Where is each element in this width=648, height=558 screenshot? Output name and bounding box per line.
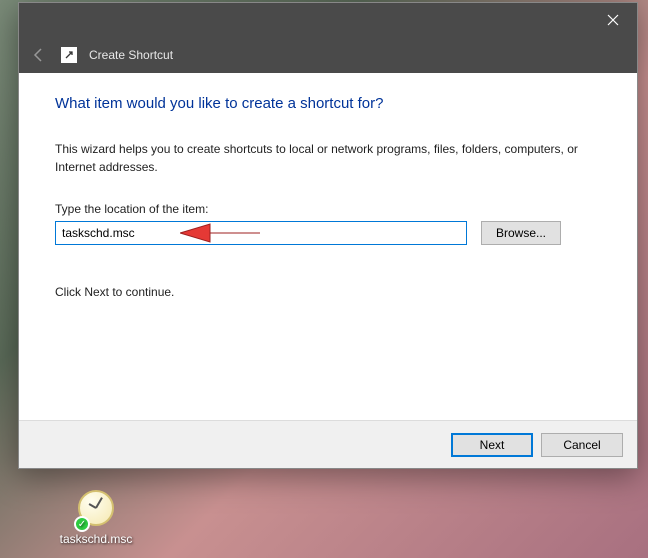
browse-button[interactable]: Browse... bbox=[481, 221, 561, 245]
location-input[interactable] bbox=[55, 221, 467, 245]
wizard-heading: What item would you like to create a sho… bbox=[55, 95, 601, 112]
location-row: Browse... bbox=[55, 221, 601, 245]
checkmark-badge-icon: ✓ bbox=[74, 516, 90, 532]
dialog-title: Create Shortcut bbox=[89, 48, 173, 62]
desktop-shortcut[interactable]: ✓ taskschd.msc bbox=[58, 490, 134, 546]
desktop-shortcut-label: taskschd.msc bbox=[58, 532, 134, 546]
back-arrow-icon bbox=[31, 47, 47, 63]
next-button[interactable]: Next bbox=[451, 433, 533, 457]
wizard-description: This wizard helps you to create shortcut… bbox=[55, 140, 601, 176]
cancel-button[interactable]: Cancel bbox=[541, 433, 623, 457]
task-scheduler-icon: ✓ bbox=[76, 490, 116, 530]
location-label: Type the location of the item: bbox=[55, 202, 601, 216]
create-shortcut-dialog: Create Shortcut What item would you like… bbox=[18, 2, 638, 469]
dialog-content: What item would you like to create a sho… bbox=[19, 73, 637, 299]
wizard-instruction: Click Next to continue. bbox=[55, 285, 601, 299]
back-button[interactable] bbox=[29, 45, 49, 65]
shortcut-wizard-icon bbox=[61, 47, 77, 63]
close-button[interactable] bbox=[593, 6, 633, 34]
dialog-footer: Next Cancel bbox=[19, 420, 637, 468]
close-icon bbox=[607, 14, 619, 26]
dialog-header: Create Shortcut bbox=[19, 37, 637, 73]
titlebar bbox=[19, 3, 637, 37]
